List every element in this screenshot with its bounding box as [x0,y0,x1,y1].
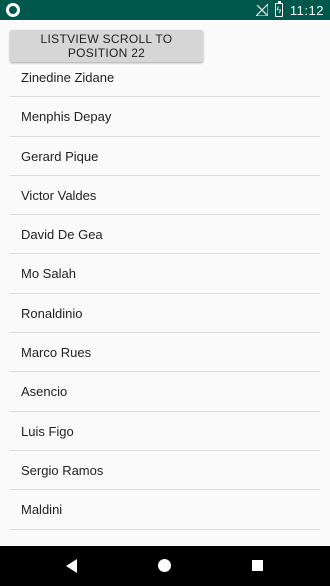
battery-icon: ϟ [274,1,283,17]
list-item[interactable]: Ronaldinio [10,294,320,334]
list-item[interactable]: Maldini [10,490,320,530]
list-item[interactable]: Zinedine Zidane [10,58,320,98]
list-item-label: Ronaldinio [21,305,83,321]
main-content: LISTVIEW SCROLL TO POSITION 22 Zinedine … [0,20,330,546]
list-item-label: Mo Salah [21,266,76,282]
recents-icon[interactable] [252,560,263,571]
status-bar-right: ϟ 11:12 [255,0,324,20]
status-bar: ϟ 11:12 [0,0,330,20]
navigation-bar [0,546,330,586]
list-item[interactable]: Menphis Depay [10,97,320,137]
list-item-label: Marco Rues [21,345,92,361]
app-status-icon [6,3,20,17]
list-item[interactable]: Victor Valdes [10,176,320,216]
list-item[interactable]: Luis Figo [10,412,320,451]
list-item-label: Asencio [21,384,68,400]
list-item[interactable]: David De Gea [10,215,320,255]
scroll-to-position-button[interactable]: LISTVIEW SCROLL TO POSITION 22 [10,30,203,62]
list-item-label: Sergio Ramos [21,462,104,478]
list-item-label: Gerard Pique [21,148,99,164]
back-icon[interactable] [66,559,77,573]
home-icon[interactable] [158,559,171,572]
no-signal-icon [255,4,268,16]
list-item[interactable]: Asencio [10,372,320,412]
list-item-label: David De Gea [21,227,103,243]
list-item-label: Menphis Depay [21,109,112,125]
list-item[interactable]: Sergio Ramos [10,451,320,491]
status-time: 11:12 [289,2,324,18]
list-item-label: Zinedine Zidane [21,70,115,85]
list-item-label: Luis Figo [21,423,74,439]
list-item[interactable]: Marco Rues [10,333,320,373]
player-list[interactable]: Zinedine Zidane Menphis Depay Gerard Piq… [10,58,320,530]
list-item-label: Victor Valdes [21,187,97,203]
list-item[interactable]: Gerard Pique [10,137,320,176]
list-item[interactable]: Mo Salah [10,254,320,294]
list-item-label: Maldini [21,502,63,518]
